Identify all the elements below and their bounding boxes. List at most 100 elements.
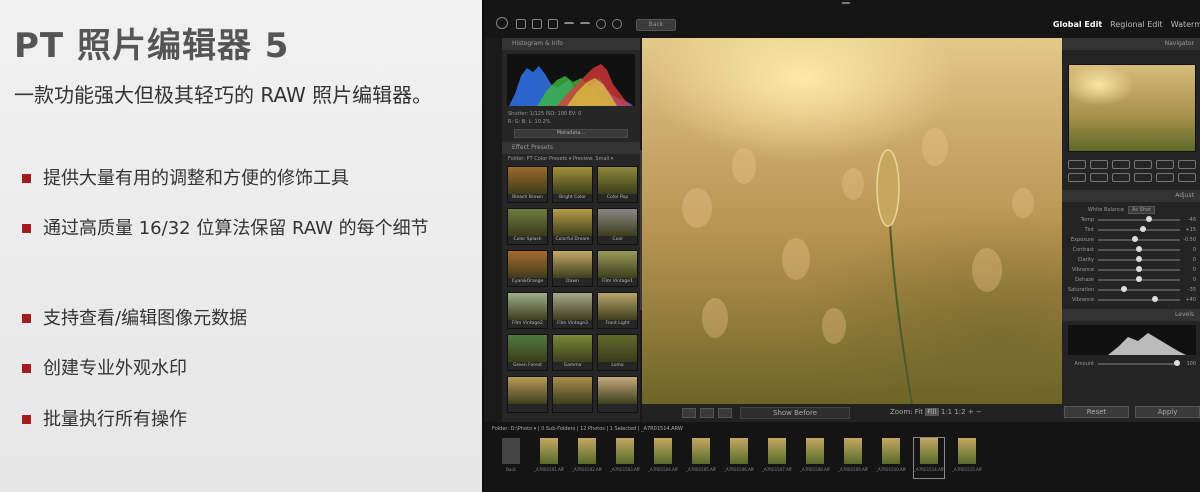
slider-track[interactable] [1098, 286, 1180, 292]
slider-knob[interactable] [1136, 276, 1142, 282]
show-before-button[interactable]: Show Before [740, 407, 850, 419]
slider-knob[interactable] [1136, 256, 1142, 262]
preset-thumbnail[interactable]: Green Forest [507, 334, 548, 371]
apply-button[interactable]: Apply [1135, 406, 1200, 418]
filmstrip-thumb[interactable]: _A7R01515.ARW [952, 438, 982, 478]
histogram-header[interactable]: Histogram & Info [502, 38, 640, 50]
levels-icon[interactable] [1156, 160, 1174, 169]
filmstrip-thumb[interactable]: _A7R01507.ARW [762, 438, 792, 478]
filmstrip-thumb[interactable]: _A7R01508.ARW [800, 438, 830, 478]
histogram-tool-icon[interactable] [1134, 160, 1152, 169]
filmstrip-thumb[interactable]: _A7R01502.ARW [572, 438, 602, 478]
slider-knob[interactable] [1145, 216, 1152, 222]
single-view-icon[interactable] [682, 408, 696, 418]
presets-header[interactable]: Effect Presets [502, 142, 640, 154]
slider-knob[interactable] [1140, 226, 1147, 232]
info-icon[interactable] [612, 19, 622, 29]
slider-knob[interactable] [1152, 296, 1159, 302]
filmstrip-thumb[interactable]: _A7R01501.ARW [534, 438, 564, 478]
adjust-header[interactable]: Adjust [1062, 190, 1200, 202]
vignette-icon[interactable] [1156, 173, 1174, 182]
preset-thumbnail[interactable]: Film Vintage3 [552, 292, 593, 329]
split-view-icon[interactable] [700, 408, 714, 418]
more-tools-icon[interactable] [1178, 173, 1196, 182]
preset-thumbnail[interactable]: Film Vintage1 [597, 250, 638, 287]
zoom-custom-select[interactable]: 1:2 [954, 408, 965, 416]
preset-thumbnail[interactable] [552, 376, 593, 413]
slider-track[interactable] [1098, 296, 1180, 302]
filmstrip-thumb[interactable]: _A7R01506.ARW [724, 438, 754, 478]
preset-thumbnail[interactable]: Color Splash [507, 208, 548, 245]
back-button[interactable]: Back [636, 19, 676, 31]
metadata-button[interactable]: Metadata... [514, 129, 628, 138]
straighten-icon[interactable] [1090, 160, 1108, 169]
slider-knob[interactable] [1131, 236, 1138, 242]
navigator-preview[interactable] [1068, 64, 1196, 152]
preset-thumbnail[interactable]: Colorful Dream [552, 208, 593, 245]
preset-thumbnail[interactable]: Dawn [552, 250, 593, 287]
filmstrip-back-item[interactable]: Back [496, 438, 526, 478]
zoom-in-icon[interactable]: + [968, 408, 974, 416]
export-icon[interactable] [548, 19, 558, 29]
preset-thumbnail[interactable]: Gamma [552, 334, 593, 371]
filmstrip-thumb[interactable]: _A7R01503.ARW [610, 438, 640, 478]
filmstrip-thumb[interactable]: _A7R01509.ARW [838, 438, 868, 478]
zoom-label: Zoom: [890, 408, 913, 416]
preset-thumbnail[interactable]: Cool [597, 208, 638, 245]
slider-track[interactable] [1098, 276, 1180, 282]
levels-header[interactable]: Levels [1062, 309, 1200, 321]
rotate-icon[interactable] [1068, 173, 1086, 182]
tab-watermark[interactable]: Waterm [1171, 20, 1200, 29]
reset-button[interactable]: Reset [1064, 406, 1129, 418]
flip-icon[interactable] [1090, 173, 1108, 182]
amount-slider[interactable] [1098, 360, 1180, 366]
zoom-fill-button[interactable]: Fill [925, 408, 939, 416]
preset-thumbnail[interactable]: Bleach Brown [507, 166, 548, 203]
slider-track[interactable] [1098, 216, 1180, 222]
preset-thumbnail[interactable] [507, 376, 548, 413]
open-icon[interactable] [516, 19, 526, 29]
preset-thumbnail[interactable]: Bright Color [552, 166, 593, 203]
slider-label: Temp [1080, 217, 1094, 223]
preset-thumbnail[interactable] [597, 376, 638, 413]
adjust-slider-row: Clarity 0 [1062, 255, 1200, 265]
redo-icon[interactable] [580, 22, 590, 26]
zoom-fit-button[interactable]: Fit [915, 408, 923, 416]
preset-folder-selector[interactable]: Folder: PT Color Presets ▾ Preview: Smal… [502, 154, 640, 164]
navigator-header[interactable]: Navigator [1062, 38, 1200, 50]
white-balance-select[interactable]: As Shot [1128, 206, 1155, 214]
slider-track[interactable] [1098, 256, 1180, 262]
help-icon[interactable] [596, 19, 606, 29]
lens-icon[interactable] [1112, 173, 1130, 182]
undo-icon[interactable] [564, 22, 574, 26]
slider-knob[interactable] [1136, 246, 1142, 252]
preset-thumbnail[interactable]: Cyan&Orange [507, 250, 548, 287]
brush-icon[interactable] [1112, 160, 1130, 169]
redeye-icon[interactable] [1134, 173, 1152, 182]
filmstrip-thumb[interactable]: _A7R01505.ARW [686, 438, 716, 478]
slider-knob[interactable] [1136, 266, 1142, 272]
slider-track[interactable] [1098, 236, 1180, 242]
save-icon[interactable] [532, 19, 542, 29]
pixel-info: R: G: B: L: 10.2% [508, 119, 551, 125]
slider-track[interactable] [1098, 266, 1180, 272]
minimize-icon[interactable] [842, 2, 850, 4]
filmstrip-thumb[interactable]: _A7R01514.ARW [913, 437, 945, 479]
side-by-side-icon[interactable] [718, 408, 732, 418]
zoom-out-icon[interactable]: − [976, 408, 982, 416]
preset-thumbnail[interactable]: Film Vintage2 [507, 292, 548, 329]
slider-knob[interactable] [1121, 286, 1128, 292]
preset-thumbnail[interactable]: Lomo [597, 334, 638, 371]
zoom-1-1-button[interactable]: 1:1 [941, 408, 952, 416]
curves-icon[interactable] [1178, 160, 1196, 169]
preset-thumbnail[interactable]: Front Light [597, 292, 638, 329]
filmstrip-thumb[interactable]: _A7R01504.ARW [648, 438, 678, 478]
crop-icon[interactable] [1068, 160, 1086, 169]
slider-track[interactable] [1098, 226, 1180, 232]
preset-thumbnail[interactable]: Color Pop [597, 166, 638, 203]
filmstrip-thumb[interactable]: _A7R01510.ARW [876, 438, 906, 478]
tab-global-edit[interactable]: Global Edit [1053, 20, 1102, 29]
levels-graph [1108, 333, 1186, 355]
slider-track[interactable] [1098, 246, 1180, 252]
tab-regional-edit[interactable]: Regional Edit [1110, 20, 1163, 29]
